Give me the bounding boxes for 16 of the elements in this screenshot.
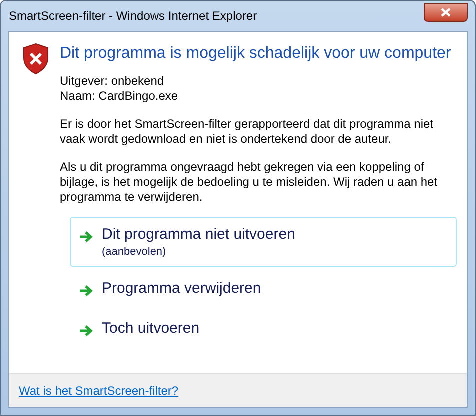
- detail-text: Uitgever: onbekend: [60, 74, 166, 89]
- warning-heading: Dit programma is mogelijk schadelijk voor uw computer: [60, 44, 452, 64]
- help-link[interactable]: Wat is het SmartScreen-filter?: [19, 382, 179, 400]
- warning-paragraph: Er is door het SmartScreen-filter gerapporteerd dat dit programma niet vaak wordt gedownload en niet is ondertekend door de auteur.: [60, 117, 435, 147]
- command-link[interactable]: Dit programma niet uitvoeren (aanbevolen): [70, 217, 457, 267]
- shield-error-icon: [22, 43, 50, 75]
- arrow-right-icon: [79, 325, 93, 337]
- detail-text: Naam: CardBingo.exe: [60, 89, 180, 104]
- arrow-right-icon: [79, 231, 93, 243]
- close-icon: [441, 8, 451, 16]
- command-link[interactable]: Toch uitvoeren: [70, 311, 457, 347]
- window-title: SmartScreen-filter - Windows Internet Explorer: [8, 8, 258, 25]
- arrow-right-icon: [79, 285, 93, 297]
- warning-paragraph: Als u dit programma ongevraagd hebt gekregen via een koppeling of bijlage, is het mogelijk de bedoeling u te misleiden. Wij raden u aan het programma te verwijderen.: [60, 160, 439, 205]
- close-button[interactable]: [424, 2, 468, 22]
- command-link[interactable]: Programma verwijderen: [70, 271, 457, 307]
